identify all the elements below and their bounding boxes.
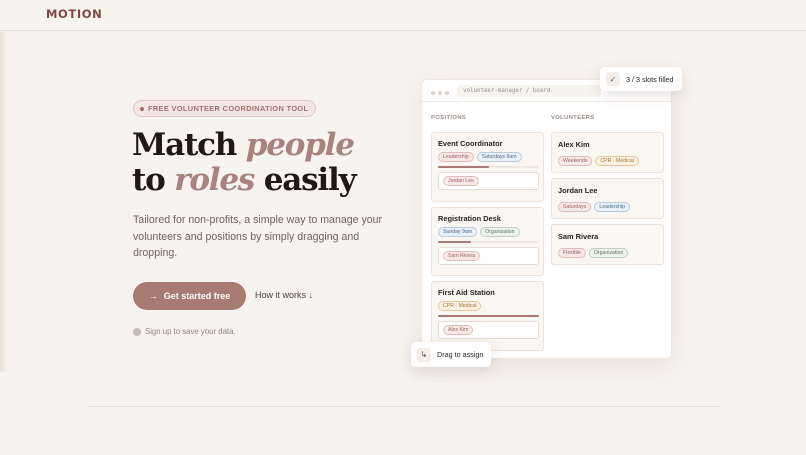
how-it-works-link[interactable]: How it works ↓	[255, 290, 313, 300]
headline-part: easily	[254, 162, 357, 198]
slots-filled-badge: ✓ 3 / 3 slots filled	[600, 67, 682, 91]
drag-hint-badge: ↳ Drag to assign	[411, 342, 492, 367]
volunteer-name: Jordan Lee	[558, 186, 598, 195]
board-preview: volunteer-manager / board POSITIONS VOLU…	[421, 79, 672, 359]
drag-arrow-icon: ↳	[417, 347, 431, 362]
signup-note: Sign up to save your data.	[133, 327, 236, 336]
left-edge-shadow	[0, 32, 8, 372]
volunteer-card[interactable]: Alex Kim Weekends CPR · Medical	[551, 132, 664, 173]
slot-progress-fill	[438, 315, 539, 317]
assigned-slot[interactable]: Sam Rivera	[438, 247, 539, 265]
slot-progress-fill	[438, 241, 472, 243]
logo[interactable]: MOTION	[46, 7, 102, 21]
assigned-slot[interactable]: Jordan Lee	[438, 172, 539, 190]
info-dot-icon	[133, 327, 141, 336]
position-title: First Aid Station	[438, 288, 495, 297]
skill-tag: Leadership	[594, 202, 631, 212]
availability-tag: Weekends	[558, 156, 593, 166]
time-tag: Sunday 9am	[438, 227, 478, 237]
divider	[88, 406, 720, 407]
time-tag: Saturdays 9am	[476, 152, 522, 162]
position-title: Registration Desk	[438, 214, 501, 223]
drag-hint-text: Drag to assign	[437, 350, 484, 359]
skill-tag: CPR · Medical	[595, 156, 639, 166]
availability-tag: Saturdays	[558, 202, 592, 212]
position-card[interactable]: Registration Desk Sunday 9am Organizatio…	[431, 207, 544, 276]
headline-accent: roles	[174, 162, 255, 198]
hero-tag: FREE VOLUNTEER COORDINATION TOOL	[133, 100, 317, 117]
arrow-right-icon: →	[148, 291, 158, 301]
skill-tag: CPR · Medical	[438, 301, 482, 311]
top-bar: MOTION	[0, 0, 806, 31]
slot-progress-fill	[438, 166, 489, 168]
skill-tag: Leadership	[438, 152, 474, 162]
skill-tag: Organization	[588, 248, 629, 258]
volunteer-card[interactable]: Sam Rivera Flexible Organization	[551, 224, 664, 265]
position-title: Event Coordinator	[438, 139, 503, 148]
volunteer-name: Sam Rivera	[558, 232, 599, 241]
availability-tag: Flexible	[558, 248, 586, 258]
hero-subtext: Tailored for non-profits, a simple way t…	[133, 214, 383, 259]
hero-tag-label: FREE VOLUNTEER COORDINATION TOOL	[148, 104, 309, 113]
assigned-volunteer[interactable]: Sam Rivera	[443, 251, 481, 261]
window-dots-icon	[431, 82, 452, 100]
check-icon: ✓	[606, 72, 620, 86]
assigned-volunteer[interactable]: Alex Kim	[443, 325, 474, 335]
hero-headline: Match people to roles easily	[132, 127, 357, 198]
signup-note-text: Sign up to save your data.	[145, 327, 236, 336]
volunteer-name: Alex Kim	[558, 140, 590, 149]
slot-progress	[438, 315, 539, 317]
skill-tag: Organization	[480, 227, 520, 237]
slots-filled-text: 3 / 3 slots filled	[626, 74, 674, 84]
slot-progress	[438, 241, 539, 243]
volunteer-card[interactable]: Jordan Lee Saturdays Leadership	[551, 178, 664, 219]
slot-progress	[438, 166, 539, 168]
headline-accent: people	[245, 127, 355, 163]
volunteers-heading: VOLUNTEERS	[551, 115, 595, 121]
headline-part: Match	[132, 127, 246, 163]
board-path: volunteer-manager / board	[457, 84, 601, 97]
get-started-label: Get started free	[163, 291, 231, 301]
assigned-volunteer[interactable]: Jordan Lee	[443, 176, 479, 186]
get-started-button[interactable]: → Get started free	[133, 282, 246, 310]
positions-heading: POSITIONS	[431, 115, 467, 121]
headline-part: to	[132, 162, 175, 198]
position-card[interactable]: First Aid Station CPR · Medical Alex Kim	[431, 281, 544, 351]
assigned-slot[interactable]: Alex Kim	[438, 321, 539, 339]
position-card[interactable]: Event Coordinator Leadership Saturdays 9…	[431, 132, 544, 202]
dot-icon	[140, 106, 144, 111]
